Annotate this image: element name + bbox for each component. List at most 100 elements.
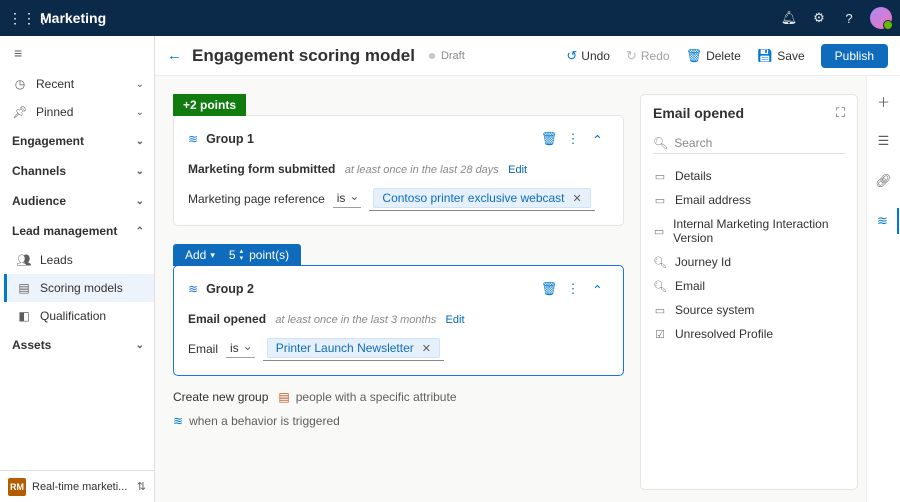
points-tag: +2 points (173, 94, 246, 116)
scoring-icon: ▤ (16, 281, 32, 295)
filter-attribute-label: Marketing page reference (188, 192, 325, 206)
chevron-down-icon: ⌄ (136, 107, 144, 118)
text-field-icon: ▭ (653, 170, 667, 183)
points-value[interactable]: 5 (229, 248, 236, 262)
token-remove-icon[interactable]: ✕ (573, 192, 582, 205)
chevron-down-icon: ⌄ (136, 166, 144, 177)
filter-attribute-label: Email (188, 342, 218, 356)
area-switch-icon: ⇅ (137, 480, 146, 493)
save-button[interactable]: 💾︎Save (749, 48, 813, 64)
filter-row: Marketing page reference is Contoso prin… (188, 186, 609, 211)
back-arrow-icon[interactable]: ← (167, 47, 182, 64)
rail-link-icon[interactable]: 🔗︎ (869, 168, 899, 194)
group-card-2[interactable]: ≋ Group 2 🗑︎ ⋮ ⌄ Email opened at least o… (173, 265, 624, 376)
rail-list-icon[interactable]: ☰ (869, 128, 899, 154)
scoring-canvas: +2 points ≋ Group 1 🗑︎ ⋮ ⌄ Marketing for… (155, 76, 636, 502)
left-nav: ≡ ◷ Recent ⌄ 📌︎ Pinned ⌄ Engagement ⌄ Ch… (0, 36, 155, 502)
search-icon: 🔍︎ (653, 136, 668, 150)
redo-icon: ↻ (626, 48, 637, 64)
settings-gear-icon[interactable]: ⚙ (804, 10, 834, 26)
publish-button[interactable]: Publish (821, 44, 888, 68)
nav-section-assets[interactable]: Assets ⌄ (0, 330, 154, 360)
filter-value-input[interactable]: Printer Launch Newsletter ✕ (263, 336, 444, 361)
global-top-bar: ⋮⋮⋮ Marketing 🔔︎ ⚙ ? (0, 0, 900, 36)
chevron-down-icon: ⌄ (136, 340, 144, 351)
create-attribute-option[interactable]: ▤ people with a specific attribute (278, 390, 456, 404)
delete-button[interactable]: 🗑︎Delete (678, 48, 749, 64)
nav-section-channels[interactable]: Channels ⌄ (0, 156, 154, 186)
user-avatar[interactable] (870, 7, 892, 29)
nav-pinned[interactable]: 📌︎ Pinned ⌄ (0, 98, 154, 126)
pane-expand-icon[interactable]: ⛶ (836, 105, 845, 121)
nav-section-lead-management[interactable]: Lead management ⌃ (0, 216, 154, 246)
chevron-down-icon: ⌄ (136, 196, 144, 207)
group-title: Group 1 (206, 132, 537, 146)
group-more-icon[interactable]: ⋮ (561, 281, 585, 297)
condition-timeframe: at least once in the last 28 days (345, 164, 499, 176)
redo-button: ↻Redo (618, 48, 678, 64)
pane-search-input[interactable]: 🔍︎ Search (653, 133, 845, 154)
notifications-icon[interactable]: 🔔︎ (774, 10, 804, 26)
nav-item-qualification[interactable]: ◧ Qualification (4, 302, 154, 330)
app-name: Marketing (40, 10, 106, 26)
condition-timeframe: at least once in the last 3 months (275, 314, 436, 326)
pane-item-internal-version[interactable]: ▭Internal Marketing Interaction Version (647, 212, 851, 250)
group-collapse-icon[interactable]: ⌄ (585, 131, 609, 147)
chevron-down-icon: ⌄ (136, 79, 144, 90)
pin-icon: 📌︎ (12, 105, 28, 119)
group-delete-icon[interactable]: 🗑︎ (537, 131, 561, 147)
nav-item-scoring-models[interactable]: ▤ Scoring models (4, 274, 154, 302)
right-rail: ＋ ☰ 🔗︎ ≋ (866, 76, 900, 502)
properties-pane: Email opened ⛶ 🔍︎ Search ▭Details ▭Email… (640, 94, 858, 490)
pane-item-details[interactable]: ▭Details (647, 164, 851, 188)
pane-item-email[interactable]: 🔍︎Email (647, 274, 851, 298)
condition-name: Email opened (188, 312, 266, 326)
condition-edit-link[interactable]: Edit (446, 314, 465, 326)
group-collapse-icon[interactable]: ⌄ (585, 281, 609, 297)
chevron-down-icon: ⌄ (136, 136, 144, 147)
group-more-icon[interactable]: ⋮ (561, 131, 585, 147)
app-launcher-icon[interactable]: ⋮⋮⋮ (8, 10, 36, 27)
trash-icon: 🗑︎ (686, 48, 703, 64)
points-spinner[interactable]: ▴▾ (240, 248, 244, 262)
pane-item-unresolved-profile[interactable]: ☑︎Unresolved Profile (647, 322, 851, 346)
nav-item-leads[interactable]: 👥︎ Leads (4, 246, 154, 274)
pane-item-email-address[interactable]: ▭Email address (647, 188, 851, 212)
condition-name: Marketing form submitted (188, 162, 335, 176)
text-field-icon: ▭ (653, 304, 667, 317)
add-points-bar[interactable]: Add ▾ 5 ▴▾ point(s) (173, 244, 301, 266)
pane-item-source-system[interactable]: ▭Source system (647, 298, 851, 322)
area-switcher[interactable]: RM Real-time marketi... ⇅ (0, 470, 154, 502)
group-delete-icon[interactable]: 🗑︎ (537, 281, 561, 297)
record-status: Draft (441, 50, 465, 62)
rail-behavior-icon[interactable]: ≋ (869, 208, 899, 234)
behavior-icon: ≋ (188, 132, 198, 146)
area-badge: RM (8, 478, 26, 496)
filter-operator-select[interactable]: is (333, 189, 362, 208)
behavior-icon: ≋ (173, 414, 183, 428)
leads-icon: 👥︎ (16, 253, 32, 267)
condition-edit-link[interactable]: Edit (508, 164, 527, 176)
group-card-1[interactable]: ≋ Group 1 🗑︎ ⋮ ⌄ Marketing form submitte… (173, 115, 624, 226)
chevron-up-icon: ⌃ (136, 226, 144, 237)
undo-icon: ↺ (566, 48, 577, 64)
behavior-icon: ≋ (188, 282, 198, 296)
token-remove-icon[interactable]: ✕ (422, 342, 431, 355)
create-group-row: Create new group ▤ people with a specifi… (173, 390, 624, 428)
page-title: Engagement scoring model (192, 46, 415, 66)
nav-hamburger-icon[interactable]: ≡ (0, 36, 154, 70)
group-title: Group 2 (206, 282, 537, 296)
nav-recent[interactable]: ◷ Recent ⌄ (0, 70, 154, 98)
create-behavior-option[interactable]: ≋ when a behavior is triggered (173, 414, 340, 428)
clock-icon: ◷ (12, 77, 28, 91)
save-icon: 💾︎ (757, 48, 774, 64)
nav-section-audience[interactable]: Audience ⌄ (0, 186, 154, 216)
nav-section-engagement[interactable]: Engagement ⌄ (0, 126, 154, 156)
undo-button[interactable]: ↺Undo (558, 48, 618, 64)
rail-add-icon[interactable]: ＋ (869, 88, 899, 114)
filter-operator-select[interactable]: is (226, 339, 255, 358)
filter-value-input[interactable]: Contoso printer exclusive webcast ✕ (369, 186, 594, 211)
lookup-icon: 🔍︎ (653, 256, 667, 269)
help-icon[interactable]: ? (834, 11, 864, 26)
pane-item-journey-id[interactable]: 🔍︎Journey Id (647, 250, 851, 274)
